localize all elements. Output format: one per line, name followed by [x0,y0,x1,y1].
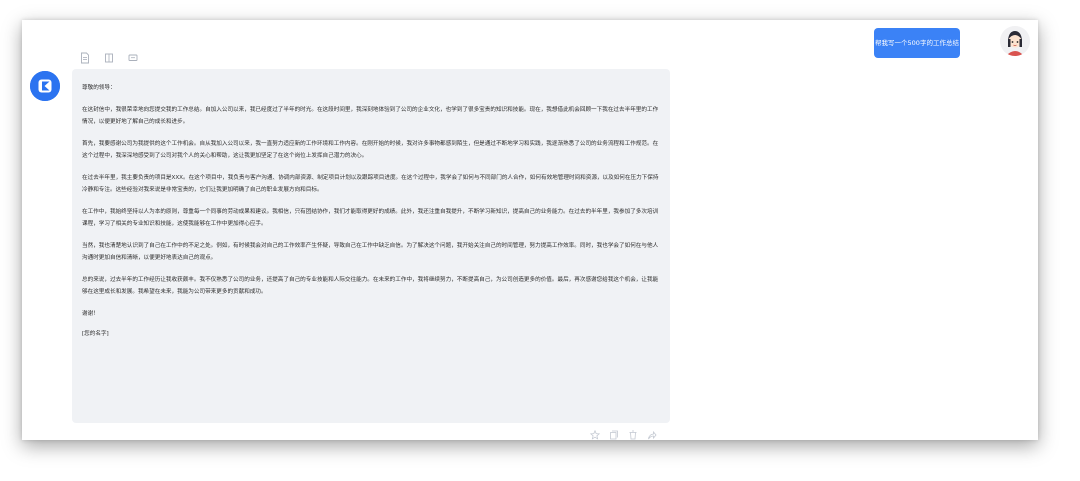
star-icon[interactable] [590,430,600,440]
delete-icon[interactable] [628,430,638,440]
comment-icon[interactable] [128,52,138,64]
assistant-avatar [30,71,60,101]
answer-paragraph: 在这封信中，我很荣幸地向您提交我的工作总结。自加入公司以来，我已经度过了半年的时… [82,107,659,125]
answer-paragraph: 总的来说，过去半年的工作经历让我收获颇丰。我不仅熟悉了公司的业务，还提高了自己的… [82,277,659,295]
answer-actions [590,430,657,440]
answer-paragraph: 首先，我要感谢公司为我提供的这个工作机会。自从我加入公司以来，我一直努力适应新的… [82,141,659,159]
document-icon[interactable] [80,52,90,64]
answer-paragraph: 在工作中，我始终坚持以人为本的原则，尊重每一个同事的劳动成果和建议。我相信，只有… [82,209,659,227]
user-avatar [1000,26,1030,56]
grid-icon[interactable] [104,52,114,64]
copy-icon[interactable] [609,430,619,440]
assistant-answer: 尊敬的领导： 在这封信中，我很荣幸地向您提交我的工作总结。自加入公司以来，我已经… [72,69,670,423]
answer-greeting: 尊敬的领导： [82,85,116,91]
assistant-logo-icon [30,71,60,101]
answer-paragraph: 当然，我也清楚地认识到了自己在工作中的不足之处。例如，有时候我会对自己的工作效率… [82,243,659,261]
answer-closing: 谢谢！ [82,311,99,317]
user-avatar-icon [1000,26,1030,56]
answer-signature: [您的名字] [82,331,109,337]
chat-window: 帮我写一个500字的工作总结 尊敬的领导： 在这封信中，我很荣幸地向您提交我的工… [22,20,1038,440]
message-toolbar [80,52,138,64]
answer-paragraph: 在过去半年里，我主要负责的项目是XXX。在这个项目中，我负责与客户沟通、协调内部… [82,175,659,193]
share-icon[interactable] [647,430,657,440]
user-message-bubble[interactable]: 帮我写一个500字的工作总结 [874,28,960,58]
